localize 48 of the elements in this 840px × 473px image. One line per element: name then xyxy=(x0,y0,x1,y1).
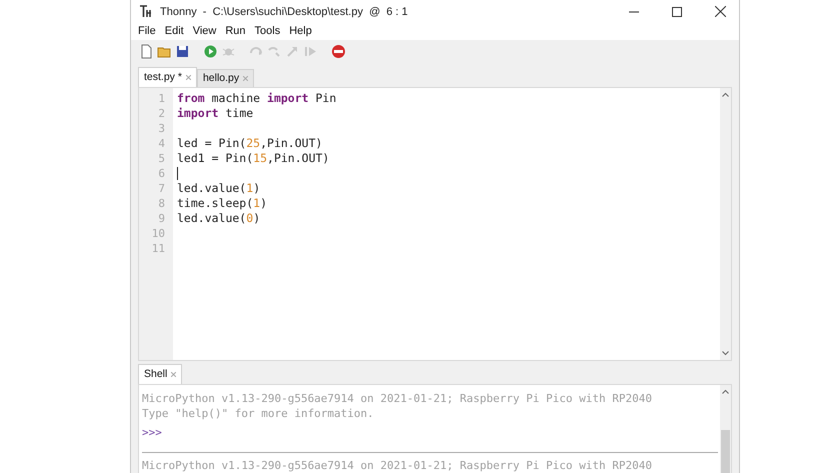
menu-item[interactable]: Edit xyxy=(162,23,187,40)
scrollbar[interactable] xyxy=(720,88,731,360)
scroll-thumb[interactable] xyxy=(721,430,730,473)
new-file-icon[interactable] xyxy=(139,44,154,59)
tab[interactable]: hello.py xyxy=(196,69,254,88)
scroll-up-icon[interactable] xyxy=(722,92,729,98)
close-tab-icon[interactable] xyxy=(243,76,248,82)
line-number: 11 xyxy=(152,241,165,256)
line-number: 5 xyxy=(158,151,165,166)
save-icon[interactable] xyxy=(175,44,190,59)
line-number: 3 xyxy=(158,121,165,136)
line-number: 4 xyxy=(158,136,165,152)
line-number: 10 xyxy=(152,226,165,242)
code-line: time.sleep(1) xyxy=(177,196,268,212)
menu-item[interactable]: Tools xyxy=(252,23,284,40)
line-number: 6 xyxy=(158,166,165,182)
line-number: 2 xyxy=(158,106,165,122)
shell-output: MicroPython v1.13-290-g556ae7914 on 2021-01-21; Raspberry Pi Pico with RP2040 xyxy=(142,390,653,406)
menu-item[interactable]: Run xyxy=(222,23,249,40)
stop-icon[interactable] xyxy=(331,44,346,59)
code-line: import time xyxy=(177,106,254,122)
line-number: 1 xyxy=(158,91,165,106)
tab[interactable]: test.py * xyxy=(138,67,197,88)
run-icon[interactable] xyxy=(203,44,218,59)
menu-item[interactable]: View xyxy=(190,23,220,40)
code-line: from machine import Pin xyxy=(177,91,336,106)
window-title: Thonny - C:\Users\suchi\Desktop\test.py @ 6 : 1 xyxy=(160,4,408,20)
maximize-icon[interactable] xyxy=(672,6,682,17)
code-line: led = Pin(25,Pin.OUT) xyxy=(177,136,322,152)
code-line: led1 = Pin(15,Pin.OUT) xyxy=(177,151,330,166)
line-number: 8 xyxy=(158,196,165,212)
tab[interactable]: Shell xyxy=(138,364,182,384)
menu-item[interactable]: Help xyxy=(286,23,315,40)
close-tab-icon[interactable] xyxy=(186,75,191,80)
shell-output: Type "help()" for more information. xyxy=(142,406,375,421)
shell-output: MicroPython v1.13-290-g556ae7914 on 2021-01-21; Raspberry Pi Pico with RP2040 xyxy=(142,458,653,473)
scroll-down-icon[interactable] xyxy=(722,350,729,356)
close-tab-icon[interactable] xyxy=(171,372,176,377)
shell-prompt: >>> xyxy=(142,424,163,440)
line-number: 7 xyxy=(158,181,165,196)
shell-scrollbar[interactable] xyxy=(720,384,731,473)
app-logo-icon xyxy=(139,5,152,18)
line-number: 9 xyxy=(158,211,165,226)
menu-item[interactable]: File xyxy=(135,23,159,40)
code-line: led.value(0) xyxy=(177,211,260,226)
scroll-up-icon[interactable] xyxy=(722,388,729,394)
close-icon[interactable] xyxy=(715,6,726,18)
code-line: led.value(1) xyxy=(177,181,260,196)
